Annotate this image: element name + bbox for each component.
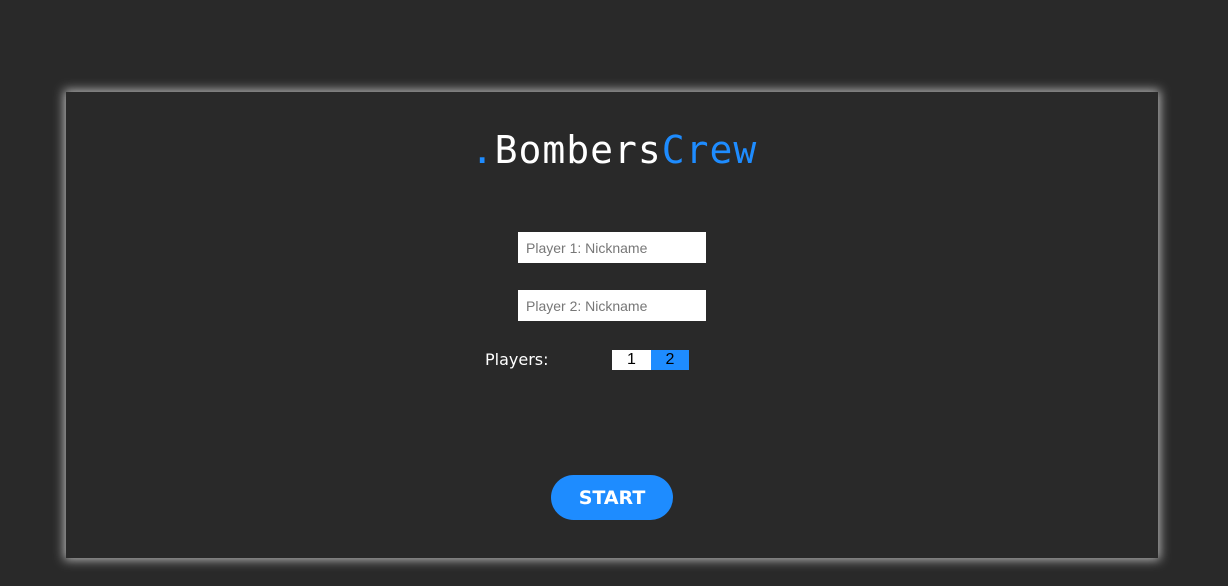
players-option-1[interactable]: 1: [612, 350, 651, 370]
players-label: Players:: [485, 350, 549, 369]
logo-main: Bombers: [494, 128, 662, 172]
player2-nickname-input[interactable]: [518, 290, 706, 321]
game-logo: .BombersCrew: [0, 128, 1228, 172]
start-button[interactable]: START: [551, 475, 673, 520]
players-option-2[interactable]: 2: [651, 350, 689, 370]
players-count-toggle: 1 2: [612, 350, 689, 370]
player1-nickname-input[interactable]: [518, 232, 706, 263]
logo-dot: .: [470, 128, 495, 172]
logo-accent: Crew: [661, 128, 758, 172]
